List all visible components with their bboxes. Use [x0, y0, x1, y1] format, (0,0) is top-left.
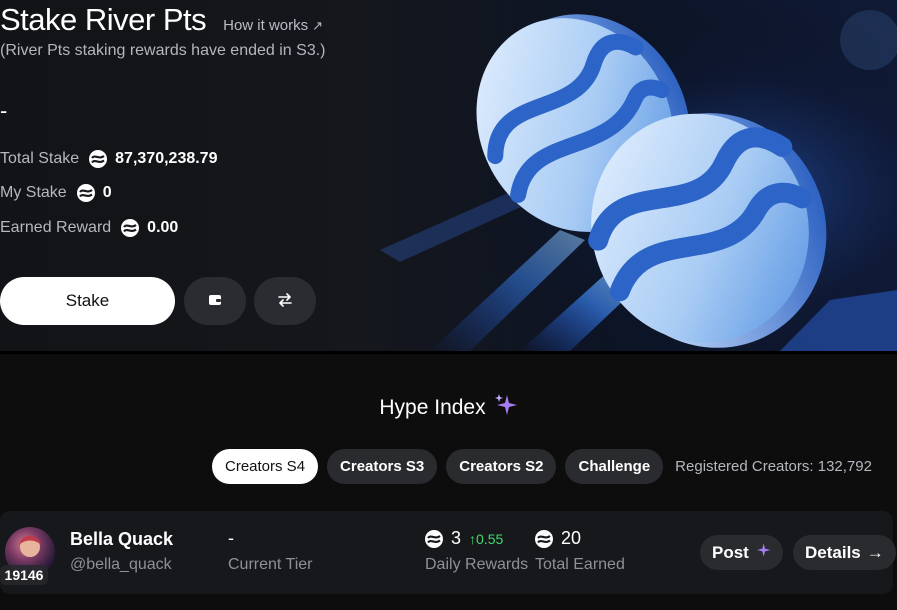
staking-ended-notice: (River Pts staking rewards have ended in…: [0, 42, 326, 59]
my-stake-value: 0: [102, 184, 112, 201]
hype-index-title: Hype Index: [379, 395, 486, 419]
stake-hero: Stake River Pts How it works ↗ (River Pt…: [0, 0, 897, 351]
river-pts-icon: [535, 529, 553, 548]
daily-rewards-value: 3: [451, 528, 462, 548]
daily-rewards-delta: ↑0.55: [469, 530, 504, 547]
how-it-works-label: How it works: [223, 17, 309, 34]
my-stake-label: My Stake: [0, 184, 67, 201]
hype-index-header: Hype Index: [0, 393, 897, 422]
total-earned-value: 20: [561, 528, 582, 548]
total-stake-row: Total Stake 87,370,238.79: [0, 150, 217, 168]
total-stake-label: Total Stake: [0, 150, 80, 167]
river-pts-icon: [76, 184, 95, 202]
total-stake-value: 87,370,238.79: [115, 150, 218, 167]
how-it-works-link[interactable]: How it works ↗: [223, 17, 323, 34]
sparkle-icon: [755, 542, 771, 563]
page-title: Stake River Pts: [0, 2, 207, 37]
swap-button[interactable]: [254, 277, 316, 325]
arrow-up-right-icon: ↗: [312, 17, 324, 33]
daily-rewards-label: Daily Rewards: [425, 556, 529, 573]
creator-handle: @bella_quack: [70, 556, 172, 573]
sparkle-icon: [494, 393, 518, 422]
wallet-button[interactable]: [184, 277, 246, 325]
title-row: Stake River Pts How it works ↗: [0, 2, 323, 38]
registered-creators-count: Registered Creators: 132,792: [675, 458, 872, 475]
tab-challenge[interactable]: Challenge: [565, 449, 664, 484]
wallet-icon: [208, 293, 222, 310]
river-pts-icon: [121, 219, 140, 237]
total-earned-label: Total Earned: [535, 556, 625, 573]
total-earned-value-row: 20: [535, 528, 581, 549]
my-stake-row: My Stake 0: [0, 184, 112, 202]
creator-name[interactable]: Bella Quack: [70, 529, 173, 550]
creator-rank-badge: 19146: [0, 565, 48, 585]
stake-button[interactable]: Stake: [0, 277, 175, 325]
details-button[interactable]: Details →: [793, 535, 896, 570]
current-tier-label: Current Tier: [228, 556, 313, 573]
apy-value: -: [0, 98, 8, 123]
current-tier-value: -: [228, 528, 234, 548]
section-divider: [0, 351, 897, 354]
post-label: Post: [712, 542, 749, 562]
earned-reward-label: Earned Reward: [0, 219, 112, 236]
earned-reward-value: 0.00: [147, 219, 179, 236]
swap-icon: [277, 292, 293, 310]
daily-rewards-value-row: 3 ↑0.55: [425, 528, 503, 549]
earned-reward-row: Earned Reward 0.00: [0, 219, 178, 237]
river-pts-icon: [425, 529, 443, 548]
tab-creators-s4[interactable]: Creators S4: [212, 449, 319, 484]
arrow-right-icon: →: [866, 542, 884, 562]
post-button[interactable]: Post: [700, 535, 783, 570]
details-label: Details: [805, 542, 861, 562]
tab-creators-s2[interactable]: Creators S2: [446, 449, 557, 484]
tab-creators-s3[interactable]: Creators S3: [327, 449, 438, 484]
river-pts-icon: [89, 150, 108, 168]
hype-tabs: Creators S4 Creators S3 Creators S2 Chal…: [212, 449, 872, 484]
